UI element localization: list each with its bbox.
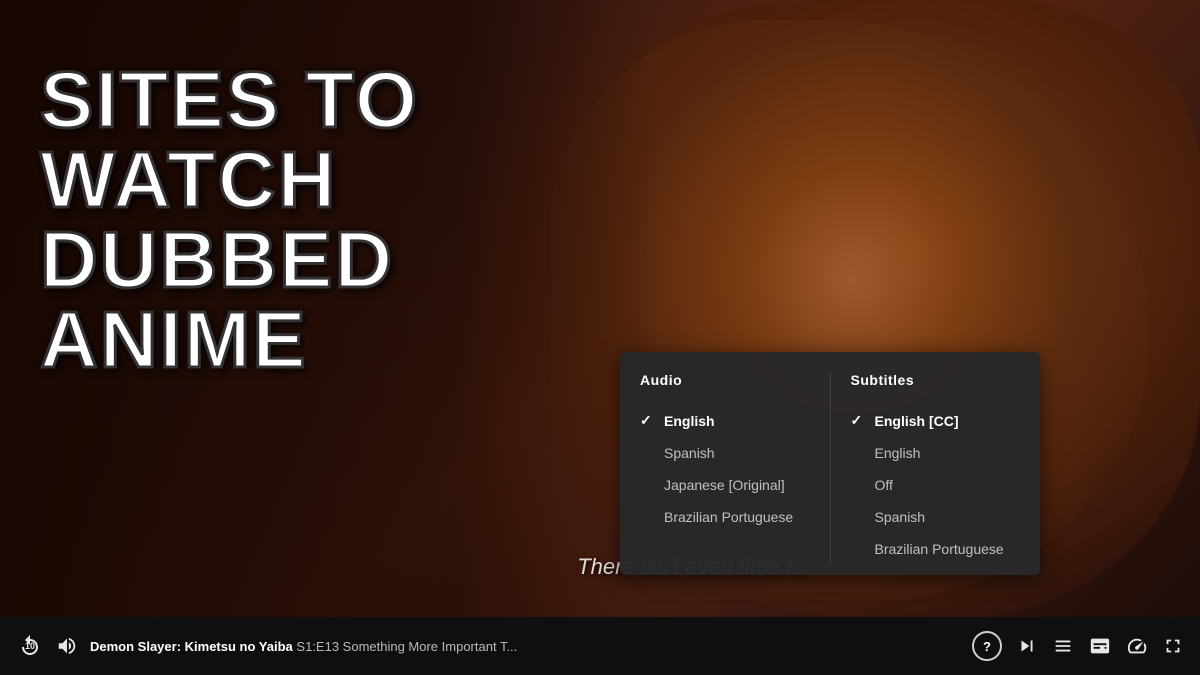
skip-forward-icon (1016, 635, 1038, 657)
audio-header: Audio (640, 372, 810, 388)
subtitle-option-portuguese[interactable]: Brazilian Portuguese (851, 533, 1021, 565)
fullscreen-icon (1162, 635, 1184, 657)
subtitle-option-off[interactable]: Off (851, 469, 1021, 501)
audio-label-portuguese: Brazilian Portuguese (664, 509, 793, 525)
episode-subtitle: S1:E13 Something More Important T... (296, 639, 517, 654)
page-title: SITES TO WATCH DUBBED ANIME (40, 60, 419, 380)
subtitles-column: Subtitles ✓ English [CC] English Off Spa… (831, 372, 1041, 565)
episode-info: Demon Slayer: Kimetsu no Yaiba S1:E13 So… (90, 639, 960, 654)
audio-option-portuguese[interactable]: Brazilian Portuguese (640, 501, 810, 533)
subtitle-label-english: English (875, 445, 921, 461)
subtitle-label-spanish: Spanish (875, 509, 926, 525)
subtitles-header: Subtitles (851, 372, 1021, 388)
check-icon-sub: ✓ (851, 412, 867, 429)
fullscreen-button[interactable] (1162, 635, 1184, 657)
volume-button[interactable] (56, 635, 78, 657)
speed-button[interactable] (1126, 635, 1148, 657)
subtitle-option-english-cc[interactable]: ✓ English [CC] (851, 404, 1021, 437)
queue-icon (1052, 635, 1074, 657)
help-button[interactable]: ? (972, 631, 1002, 661)
language-panel: Audio ✓ English Spanish Japanese [Origin… (620, 352, 1040, 575)
audio-label-japanese: Japanese [Original] (664, 477, 785, 493)
audio-option-english-selected[interactable]: ✓ English (640, 404, 810, 437)
audio-column: Audio ✓ English Spanish Japanese [Origin… (620, 372, 831, 565)
subtitle-label-portuguese: Brazilian Portuguese (875, 541, 1004, 557)
subtitle-label-off: Off (875, 477, 893, 493)
subtitle-option-english[interactable]: English (851, 437, 1021, 469)
replay-number: 10 (25, 641, 35, 651)
subtitle-label-english-cc: English [CC] (875, 413, 959, 429)
audio-option-spanish[interactable]: Spanish (640, 437, 810, 469)
replay-10-button[interactable]: 10 (16, 632, 44, 660)
audio-label-spanish: Spanish (664, 445, 715, 461)
queue-button[interactable] (1052, 635, 1074, 657)
subtitles-button[interactable] (1088, 635, 1112, 657)
volume-icon (56, 635, 78, 657)
skip-forward-button[interactable] (1016, 635, 1038, 657)
show-title: Demon Slayer: Kimetsu no Yaiba (90, 639, 293, 654)
audio-label-english: English (664, 413, 715, 429)
speed-icon (1126, 635, 1148, 657)
help-label: ? (983, 639, 991, 654)
control-bar: 10 Demon Slayer: Kimetsu no Yaiba S1:E13… (0, 617, 1200, 675)
right-controls: ? (972, 631, 1184, 661)
subtitle-option-spanish[interactable]: Spanish (851, 501, 1021, 533)
check-icon: ✓ (640, 412, 656, 429)
subtitles-icon (1088, 635, 1112, 657)
audio-option-japanese[interactable]: Japanese [Original] (640, 469, 810, 501)
